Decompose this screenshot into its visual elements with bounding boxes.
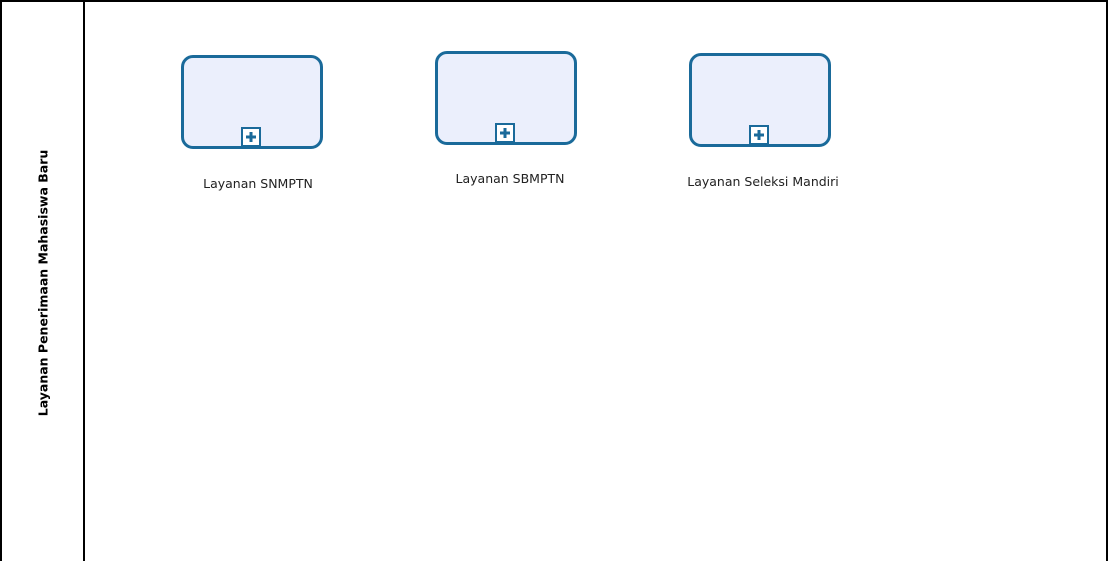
lane-label: Layanan Penerimaan Mahasiswa Baru — [35, 149, 51, 417]
subprocess-label-snmptn: Layanan SNMPTN — [203, 176, 313, 191]
subprocess-snmptn[interactable] — [181, 55, 323, 149]
plus-expand-icon[interactable] — [495, 123, 515, 143]
subprocess-sbmptn[interactable] — [435, 51, 577, 145]
lane-header[interactable]: Layanan Penerimaan Mahasiswa Baru — [0, 0, 85, 561]
plus-expand-icon[interactable] — [749, 125, 769, 145]
subprocess-label-seleksi-mandiri: Layanan Seleksi Mandiri — [687, 174, 839, 189]
subprocess-label-sbmptn: Layanan SBMPTN — [455, 171, 565, 186]
subprocess-seleksi-mandiri[interactable] — [689, 53, 831, 147]
plus-expand-icon[interactable] — [241, 127, 261, 147]
